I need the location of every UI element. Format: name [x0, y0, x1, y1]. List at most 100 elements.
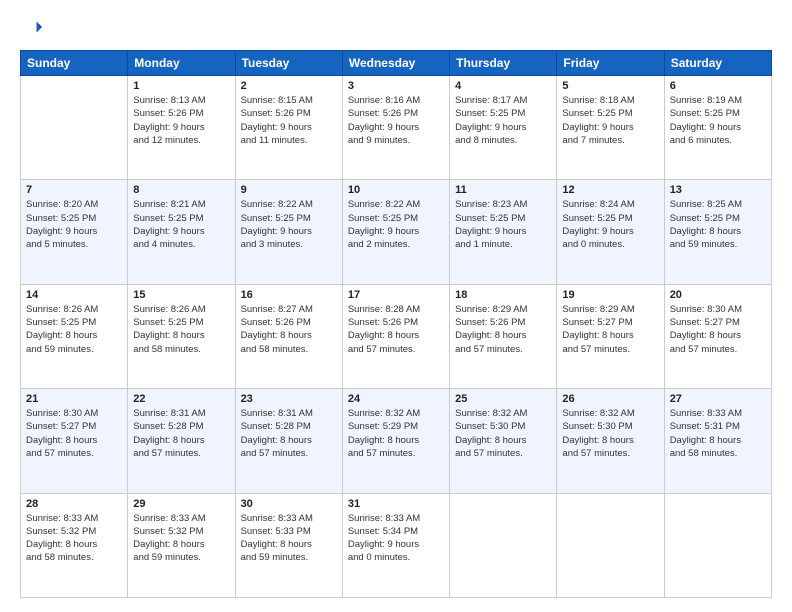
day-number: 29	[133, 498, 229, 510]
day-cell: 1 Sunrise: 8:13 AM Sunset: 5:26 PM Daylig…	[128, 76, 235, 180]
day-number: 6	[670, 80, 766, 92]
day-cell: 12 Sunrise: 8:24 AM Sunset: 5:25 PM Dayli…	[557, 180, 664, 284]
day-info: Sunrise: 8:21 AM Sunset: 5:25 PM Dayligh…	[133, 198, 229, 251]
day-cell: 27 Sunrise: 8:33 AM Sunset: 5:31 PM Dayli…	[664, 389, 771, 493]
day-number: 9	[241, 184, 337, 196]
day-number: 17	[348, 289, 444, 301]
day-info: Sunrise: 8:17 AM Sunset: 5:25 PM Dayligh…	[455, 94, 551, 147]
day-number: 21	[26, 393, 122, 405]
day-info: Sunrise: 8:19 AM Sunset: 5:25 PM Dayligh…	[670, 94, 766, 147]
logo-icon	[20, 18, 42, 40]
day-cell	[664, 493, 771, 597]
day-number: 13	[670, 184, 766, 196]
day-info: Sunrise: 8:23 AM Sunset: 5:25 PM Dayligh…	[455, 198, 551, 251]
day-cell: 10 Sunrise: 8:22 AM Sunset: 5:25 PM Dayli…	[342, 180, 449, 284]
day-number: 22	[133, 393, 229, 405]
day-info: Sunrise: 8:25 AM Sunset: 5:25 PM Dayligh…	[670, 198, 766, 251]
day-info: Sunrise: 8:33 AM Sunset: 5:32 PM Dayligh…	[26, 512, 122, 565]
column-header-tuesday: Tuesday	[235, 51, 342, 76]
day-info: Sunrise: 8:32 AM Sunset: 5:30 PM Dayligh…	[455, 407, 551, 460]
day-info: Sunrise: 8:18 AM Sunset: 5:25 PM Dayligh…	[562, 94, 658, 147]
day-info: Sunrise: 8:33 AM Sunset: 5:31 PM Dayligh…	[670, 407, 766, 460]
column-header-sunday: Sunday	[21, 51, 128, 76]
day-number: 3	[348, 80, 444, 92]
day-cell: 3Sunrise: 8:16 AM Sunset: 5:26 PM Daylig…	[342, 76, 449, 180]
day-cell: 9 Sunrise: 8:22 AM Sunset: 5:25 PM Daylig…	[235, 180, 342, 284]
day-cell: 11Sunrise: 8:23 AM Sunset: 5:25 PM Dayli…	[450, 180, 557, 284]
day-number: 26	[562, 393, 658, 405]
day-cell: 18Sunrise: 8:29 AM Sunset: 5:26 PM Dayli…	[450, 284, 557, 388]
day-number: 15	[133, 289, 229, 301]
day-info: Sunrise: 8:31 AM Sunset: 5:28 PM Dayligh…	[133, 407, 229, 460]
day-info: Sunrise: 8:15 AM Sunset: 5:26 PM Dayligh…	[241, 94, 337, 147]
week-row-4: 21 Sunrise: 8:30 AM Sunset: 5:27 PM Dayli…	[21, 389, 772, 493]
day-number: 16	[241, 289, 337, 301]
day-number: 30	[241, 498, 337, 510]
day-cell: 16 Sunrise: 8:27 AM Sunset: 5:26 PM Dayli…	[235, 284, 342, 388]
day-cell: 14Sunrise: 8:26 AM Sunset: 5:25 PM Dayli…	[21, 284, 128, 388]
day-cell: 2 Sunrise: 8:15 AM Sunset: 5:26 PM Daylig…	[235, 76, 342, 180]
day-cell: 20 Sunrise: 8:30 AM Sunset: 5:27 PM Dayli…	[664, 284, 771, 388]
day-number: 7	[26, 184, 122, 196]
day-number: 4	[455, 80, 551, 92]
day-number: 20	[670, 289, 766, 301]
week-row-2: 7 Sunrise: 8:20 AM Sunset: 5:25 PM Daylig…	[21, 180, 772, 284]
day-cell: 31 Sunrise: 8:33 AM Sunset: 5:34 PM Dayli…	[342, 493, 449, 597]
day-number: 31	[348, 498, 444, 510]
column-header-monday: Monday	[128, 51, 235, 76]
day-info: Sunrise: 8:22 AM Sunset: 5:25 PM Dayligh…	[241, 198, 337, 251]
day-cell: 4 Sunrise: 8:17 AM Sunset: 5:25 PM Daylig…	[450, 76, 557, 180]
day-info: Sunrise: 8:24 AM Sunset: 5:25 PM Dayligh…	[562, 198, 658, 251]
day-number: 5	[562, 80, 658, 92]
day-number: 2	[241, 80, 337, 92]
day-info: Sunrise: 8:13 AM Sunset: 5:26 PM Dayligh…	[133, 94, 229, 147]
day-info: Sunrise: 8:28 AM Sunset: 5:26 PM Dayligh…	[348, 303, 444, 356]
day-cell: 15 Sunrise: 8:26 AM Sunset: 5:25 PM Dayli…	[128, 284, 235, 388]
week-row-3: 14Sunrise: 8:26 AM Sunset: 5:25 PM Dayli…	[21, 284, 772, 388]
day-number: 10	[348, 184, 444, 196]
page: SundayMondayTuesdayWednesdayThursdayFrid…	[0, 0, 792, 612]
day-info: Sunrise: 8:30 AM Sunset: 5:27 PM Dayligh…	[670, 303, 766, 356]
day-info: Sunrise: 8:20 AM Sunset: 5:25 PM Dayligh…	[26, 198, 122, 251]
day-info: Sunrise: 8:26 AM Sunset: 5:25 PM Dayligh…	[133, 303, 229, 356]
day-info: Sunrise: 8:29 AM Sunset: 5:26 PM Dayligh…	[455, 303, 551, 356]
logo	[20, 18, 46, 40]
day-number: 24	[348, 393, 444, 405]
day-info: Sunrise: 8:33 AM Sunset: 5:33 PM Dayligh…	[241, 512, 337, 565]
column-header-friday: Friday	[557, 51, 664, 76]
day-info: Sunrise: 8:22 AM Sunset: 5:25 PM Dayligh…	[348, 198, 444, 251]
header	[20, 18, 772, 40]
day-number: 19	[562, 289, 658, 301]
day-cell: 7 Sunrise: 8:20 AM Sunset: 5:25 PM Daylig…	[21, 180, 128, 284]
day-cell: 30 Sunrise: 8:33 AM Sunset: 5:33 PM Dayli…	[235, 493, 342, 597]
day-cell: 8 Sunrise: 8:21 AM Sunset: 5:25 PM Daylig…	[128, 180, 235, 284]
day-info: Sunrise: 8:27 AM Sunset: 5:26 PM Dayligh…	[241, 303, 337, 356]
day-cell: 5 Sunrise: 8:18 AM Sunset: 5:25 PM Daylig…	[557, 76, 664, 180]
day-number: 28	[26, 498, 122, 510]
day-cell: 21 Sunrise: 8:30 AM Sunset: 5:27 PM Dayli…	[21, 389, 128, 493]
day-number: 12	[562, 184, 658, 196]
day-cell: 26 Sunrise: 8:32 AM Sunset: 5:30 PM Dayli…	[557, 389, 664, 493]
day-cell: 6 Sunrise: 8:19 AM Sunset: 5:25 PM Daylig…	[664, 76, 771, 180]
day-info: Sunrise: 8:32 AM Sunset: 5:29 PM Dayligh…	[348, 407, 444, 460]
column-header-thursday: Thursday	[450, 51, 557, 76]
day-number: 8	[133, 184, 229, 196]
day-cell: 13 Sunrise: 8:25 AM Sunset: 5:25 PM Dayli…	[664, 180, 771, 284]
day-cell: 19Sunrise: 8:29 AM Sunset: 5:27 PM Dayli…	[557, 284, 664, 388]
day-number: 23	[241, 393, 337, 405]
day-number: 1	[133, 80, 229, 92]
day-info: Sunrise: 8:33 AM Sunset: 5:34 PM Dayligh…	[348, 512, 444, 565]
day-cell	[21, 76, 128, 180]
column-header-wednesday: Wednesday	[342, 51, 449, 76]
week-row-5: 28 Sunrise: 8:33 AM Sunset: 5:32 PM Dayli…	[21, 493, 772, 597]
day-cell: 22 Sunrise: 8:31 AM Sunset: 5:28 PM Dayli…	[128, 389, 235, 493]
day-info: Sunrise: 8:33 AM Sunset: 5:32 PM Dayligh…	[133, 512, 229, 565]
day-info: Sunrise: 8:31 AM Sunset: 5:28 PM Dayligh…	[241, 407, 337, 460]
day-number: 25	[455, 393, 551, 405]
day-number: 27	[670, 393, 766, 405]
day-cell: 23 Sunrise: 8:31 AM Sunset: 5:28 PM Dayli…	[235, 389, 342, 493]
day-cell	[557, 493, 664, 597]
day-info: Sunrise: 8:30 AM Sunset: 5:27 PM Dayligh…	[26, 407, 122, 460]
day-info: Sunrise: 8:32 AM Sunset: 5:30 PM Dayligh…	[562, 407, 658, 460]
week-row-1: 1 Sunrise: 8:13 AM Sunset: 5:26 PM Daylig…	[21, 76, 772, 180]
